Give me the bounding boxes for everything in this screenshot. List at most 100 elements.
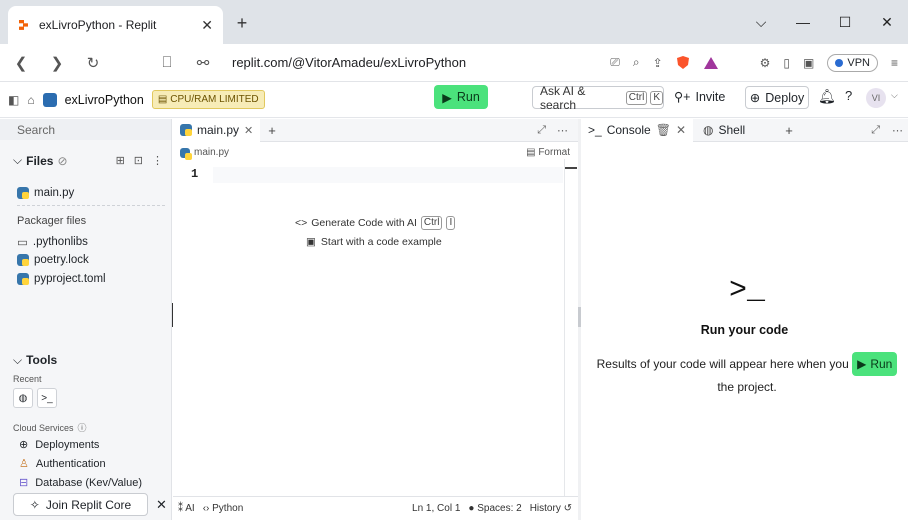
ai-status[interactable]: ⁑ AI: [178, 503, 195, 514]
tab-search-chevron-icon[interactable]: ⌵: [740, 0, 782, 44]
trash-icon[interactable]: 🗑︎: [656, 123, 671, 137]
server-icon: ▤: [157, 94, 168, 105]
deploy-button[interactable]: ⊕ Deploy: [745, 86, 809, 109]
brave-shield-icon[interactable]: [676, 55, 690, 70]
core-icon: ✧: [29, 497, 40, 512]
spaces-label: Spaces: 2: [477, 503, 522, 514]
close-icon[interactable]: ✕: [156, 497, 167, 513]
forward-button[interactable]: ❯: [46, 52, 68, 74]
console-tool-icon[interactable]: >_: [37, 388, 57, 408]
back-button[interactable]: ❮: [10, 52, 32, 74]
results-prefix: Results of your code will appear here wh…: [596, 357, 849, 371]
python-file-icon: [17, 273, 29, 285]
ask-ai-search[interactable]: Ask AI & search Ctrl K: [532, 84, 664, 112]
file-label: .pythonlibs: [32, 236, 88, 248]
vpn-label: VPN: [847, 56, 870, 69]
vpn-button[interactable]: VPN: [827, 53, 878, 72]
browser-tab-strip: exLivroPython - Replit ✕ + ⌵ — ☐ ✕: [0, 0, 908, 44]
notifications-icon[interactable]: 🔔︎: [818, 88, 836, 105]
minimize-button[interactable]: —: [782, 0, 824, 44]
editor-tabs: main.py ✕ + ⤢ ⋯: [173, 118, 578, 142]
tab-shell[interactable]: ◍ Shell: [693, 123, 755, 137]
maximize-button[interactable]: ☐: [824, 0, 866, 44]
kbd-k: K: [650, 90, 663, 105]
install-app-icon[interactable]: ⎚: [610, 55, 620, 70]
results-suffix: the project.: [717, 380, 777, 394]
cpu-ram-badge[interactable]: ▤ CPU/RAM LIMITED: [151, 90, 265, 109]
files-eye-icon: ⊘: [57, 153, 68, 168]
tab-main-py[interactable]: main.py ✕: [173, 118, 261, 142]
file-main-py[interactable]: main.py: [17, 187, 74, 199]
format-button[interactable]: ▤ Format: [526, 147, 570, 158]
deploy-icon: ⊕: [19, 439, 29, 451]
browser-tab[interactable]: exLivroPython - Replit ✕: [8, 6, 223, 44]
run-button[interactable]: ▶ Run: [434, 85, 488, 109]
more-options-icon[interactable]: ⋯: [892, 124, 903, 137]
line-number: 1: [191, 167, 199, 181]
bookmark-icon[interactable]: ⎕: [156, 52, 178, 74]
expand-icon[interactable]: ⤢: [871, 124, 880, 137]
tab-console[interactable]: >_ Console 🗑︎ ✕: [581, 118, 694, 142]
code-icon: ‹›: [202, 503, 210, 514]
scroll-thumb[interactable]: [565, 167, 577, 169]
code-example-link[interactable]: ▣ Start with a code example: [306, 236, 442, 248]
inline-run-button[interactable]: ▶ Run: [852, 352, 898, 376]
reload-button[interactable]: ↻: [82, 52, 104, 74]
shell-tool-icon[interactable]: ◍: [13, 388, 33, 408]
close-tab-icon[interactable]: ✕: [244, 124, 253, 137]
console-pane: >_ Console 🗑︎ ✕ ◍ Shell + ⤢ ⋯ >_ Run your cod…: [581, 118, 908, 520]
file-pyproject-toml[interactable]: pyproject.toml: [17, 273, 106, 285]
generate-code-ai-link[interactable]: <> Generate Code with AI Ctrl I: [295, 216, 456, 230]
browser-menu-icon[interactable]: ≡: [891, 56, 898, 70]
tab-label: Console: [606, 123, 651, 137]
add-tab-button[interactable]: +: [785, 123, 793, 138]
tool-deployments[interactable]: ⊕ Deployments: [19, 438, 99, 452]
recent-label: Recent: [13, 374, 42, 384]
new-file-icon[interactable]: ⊞: [116, 154, 125, 167]
editor-scrollbar[interactable]: [564, 159, 565, 497]
zoom-icon[interactable]: ⌕: [633, 55, 640, 70]
search-input[interactable]: Search: [0, 119, 171, 140]
home-icon[interactable]: ⌂: [27, 93, 34, 107]
extensions-icon[interactable]: ⚙: [760, 56, 771, 70]
close-window-button[interactable]: ✕: [866, 0, 908, 44]
folder-pythonlibs[interactable]: ▭ .pythonlibs: [17, 235, 88, 249]
breadcrumb-label[interactable]: main.py: [194, 147, 229, 158]
expand-icon[interactable]: ⤢: [537, 124, 546, 137]
console-empty-message: Results of your code will appear here wh…: [592, 352, 902, 398]
close-tab-icon[interactable]: ✕: [201, 17, 213, 34]
files-header[interactable]: ⌵ Files ⊘ ⊞ ⊡ ⋮: [13, 153, 163, 168]
sidebar-toggle-icon[interactable]: ▯: [783, 56, 790, 70]
tool-authentication[interactable]: ♙ Authentication: [19, 457, 106, 471]
chevron-down-icon[interactable]: ⌵: [891, 90, 898, 101]
wallet-icon[interactable]: ▣: [803, 56, 814, 70]
language-status[interactable]: ‹› Python: [203, 503, 244, 514]
more-options-icon[interactable]: ⋯: [557, 124, 568, 137]
avatar[interactable]: VI: [866, 88, 886, 108]
code-line[interactable]: [213, 167, 563, 183]
close-tab-icon[interactable]: ✕: [676, 123, 686, 137]
python-file-icon: [17, 187, 29, 199]
new-tab-button[interactable]: +: [231, 12, 253, 34]
info-icon[interactable]: ⓘ: [78, 421, 87, 434]
new-folder-icon[interactable]: ⊡: [134, 154, 143, 167]
project-name[interactable]: exLivroPython: [65, 93, 144, 107]
brave-rewards-icon[interactable]: [703, 56, 719, 70]
address-bar[interactable]: replit.com/@VitorAmadeu/exLivroPython: [232, 55, 552, 70]
sidebar-toggle-icon[interactable]: ◧: [8, 93, 19, 107]
cursor-position[interactable]: Ln 1, Col 1: [412, 503, 460, 514]
join-replit-core-button[interactable]: ✧ Join Replit Core: [13, 493, 148, 516]
indent-status[interactable]: ● Spaces: 2: [468, 503, 521, 514]
example-label: Start with a code example: [320, 236, 442, 248]
history-button[interactable]: History ↺: [530, 503, 572, 514]
more-options-icon[interactable]: ⋮: [152, 154, 163, 167]
site-settings-icon[interactable]: ⚯: [192, 52, 214, 74]
help-icon[interactable]: ?: [845, 88, 852, 103]
share-icon[interactable]: ⇪: [653, 56, 663, 70]
tools-header[interactable]: ⌵ Tools: [13, 353, 57, 368]
window-controls: ⌵ — ☐ ✕: [740, 0, 908, 44]
file-poetry-lock[interactable]: poetry.lock: [17, 254, 89, 266]
tool-database[interactable]: ⊟ Database (Kev/Value): [19, 476, 142, 490]
invite-button[interactable]: ⚲+ Invite: [674, 89, 725, 105]
add-tab-button[interactable]: +: [268, 123, 276, 138]
